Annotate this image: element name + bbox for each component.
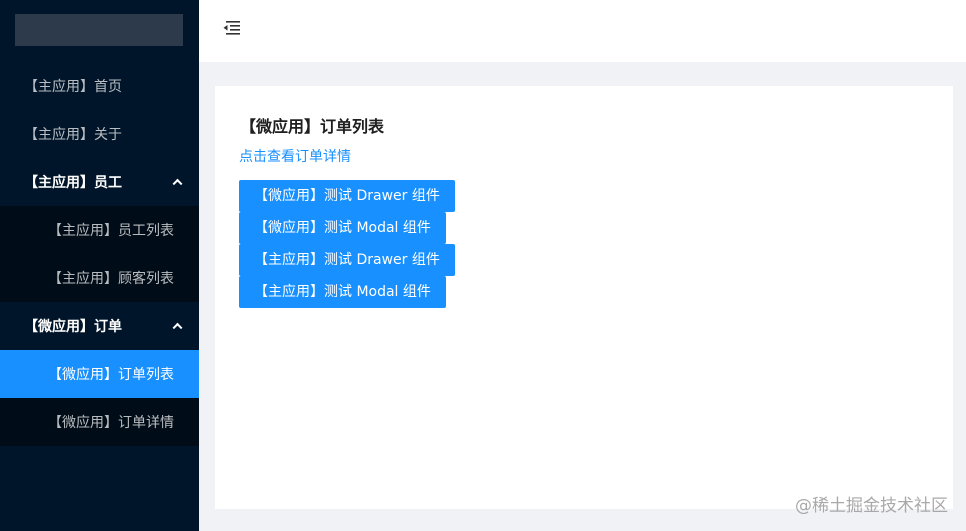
top-header bbox=[199, 0, 966, 62]
chevron-up-icon bbox=[172, 178, 183, 189]
sidebar-item-about[interactable]: 【主应用】关于 bbox=[0, 110, 199, 158]
sidebar-menu: 【主应用】首页 【主应用】关于 【主应用】员工 【主应用】员工列表 【主应用】顾… bbox=[0, 62, 199, 446]
sidebar-item-order-detail[interactable]: 【微应用】订单详情 bbox=[0, 398, 199, 446]
menu-fold-icon[interactable] bbox=[223, 20, 241, 36]
chevron-up-icon bbox=[172, 322, 183, 333]
sidebar-item-label: 【微应用】订单 bbox=[24, 319, 122, 335]
sidebar-item-label: 【主应用】首页 bbox=[24, 79, 122, 95]
sidebar-item-home[interactable]: 【主应用】首页 bbox=[0, 62, 199, 110]
page-title: 【微应用】订单列表 bbox=[240, 117, 385, 136]
submenu-order: 【微应用】订单列表 【微应用】订单详情 bbox=[0, 350, 199, 446]
submenu-staff: 【主应用】员工列表 【主应用】顾客列表 bbox=[0, 206, 199, 302]
sidebar-item-staff-list[interactable]: 【主应用】员工列表 bbox=[0, 206, 199, 254]
content-card: 【微应用】订单列表 点击查看订单详情 【微应用】测试 Drawer 组件 【微应… bbox=[215, 86, 953, 509]
sidebar-item-label: 【微应用】订单列表 bbox=[48, 367, 174, 383]
sidebar-submenu-order[interactable]: 【微应用】订单 bbox=[0, 302, 199, 350]
sidebar-item-label: 【主应用】顾客列表 bbox=[48, 271, 174, 287]
order-detail-link[interactable]: 点击查看订单详情 bbox=[239, 146, 351, 166]
sidebar: 【主应用】首页 【主应用】关于 【主应用】员工 【主应用】员工列表 【主应用】顾… bbox=[0, 0, 199, 531]
sidebar-item-customer-list[interactable]: 【主应用】顾客列表 bbox=[0, 254, 199, 302]
sidebar-item-label: 【主应用】员工 bbox=[24, 175, 122, 191]
micro-modal-button[interactable]: 【微应用】测试 Modal 组件 bbox=[239, 212, 446, 244]
micro-drawer-button[interactable]: 【微应用】测试 Drawer 组件 bbox=[239, 180, 455, 212]
watermark: @稀土掘金技术社区 bbox=[795, 496, 948, 516]
sidebar-item-label: 【主应用】员工列表 bbox=[48, 223, 174, 239]
logo-placeholder bbox=[15, 14, 183, 46]
button-group: 【微应用】测试 Drawer 组件 【微应用】测试 Modal 组件 【主应用】… bbox=[239, 180, 455, 308]
sidebar-item-order-list[interactable]: 【微应用】订单列表 bbox=[0, 350, 199, 398]
sidebar-item-label: 【主应用】关于 bbox=[24, 127, 122, 143]
main-modal-button[interactable]: 【主应用】测试 Modal 组件 bbox=[239, 276, 446, 308]
sidebar-submenu-staff[interactable]: 【主应用】员工 bbox=[0, 158, 199, 206]
main-drawer-button[interactable]: 【主应用】测试 Drawer 组件 bbox=[239, 244, 455, 276]
sidebar-item-label: 【微应用】订单详情 bbox=[48, 415, 174, 431]
